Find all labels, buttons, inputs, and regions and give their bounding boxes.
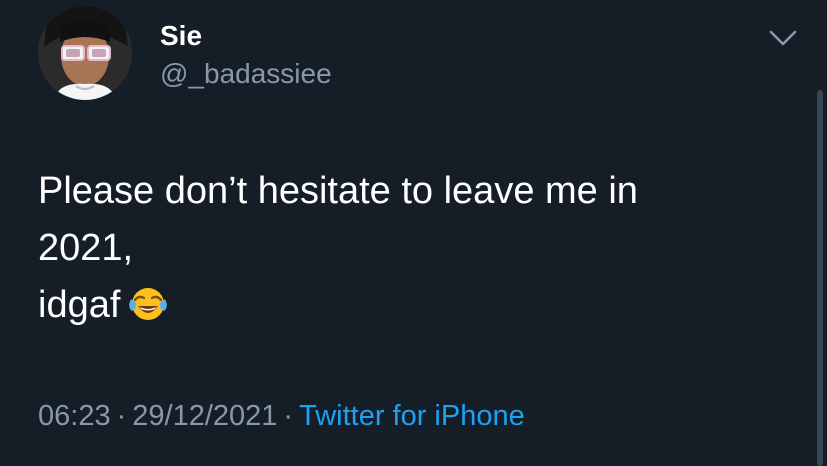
tweet-date[interactable]: 29/12/2021 [132, 400, 277, 432]
tweet-text-line: idgaf [38, 277, 798, 334]
tweet-source-link[interactable]: Twitter for iPhone [299, 400, 525, 432]
display-name[interactable]: Sie [160, 20, 202, 52]
tweet-text: Please don’t hesitate to leave me in 202… [38, 163, 798, 334]
tweet-card: Sie @_badassiee Please don’t hesitate to… [0, 0, 827, 466]
avatar[interactable] [38, 6, 132, 100]
tweet-text-line: Please don’t hesitate to leave me in [38, 170, 638, 212]
scrollbar[interactable] [817, 90, 823, 466]
tweet-meta: 06:23 · 29/12/2021 · Twitter for iPhone [38, 400, 525, 433]
chevron-down-icon[interactable] [768, 26, 798, 50]
avatar-image [38, 6, 132, 100]
meta-separator: · [116, 400, 127, 432]
tweet-text-word: idgaf [38, 284, 121, 326]
tweet-time[interactable]: 06:23 [38, 400, 111, 432]
user-handle[interactable]: @_badassiee [160, 58, 332, 90]
tweet-text-line: 2021, [38, 227, 134, 269]
face-with-tears-of-joy-icon [128, 283, 168, 323]
meta-separator: · [283, 400, 294, 432]
